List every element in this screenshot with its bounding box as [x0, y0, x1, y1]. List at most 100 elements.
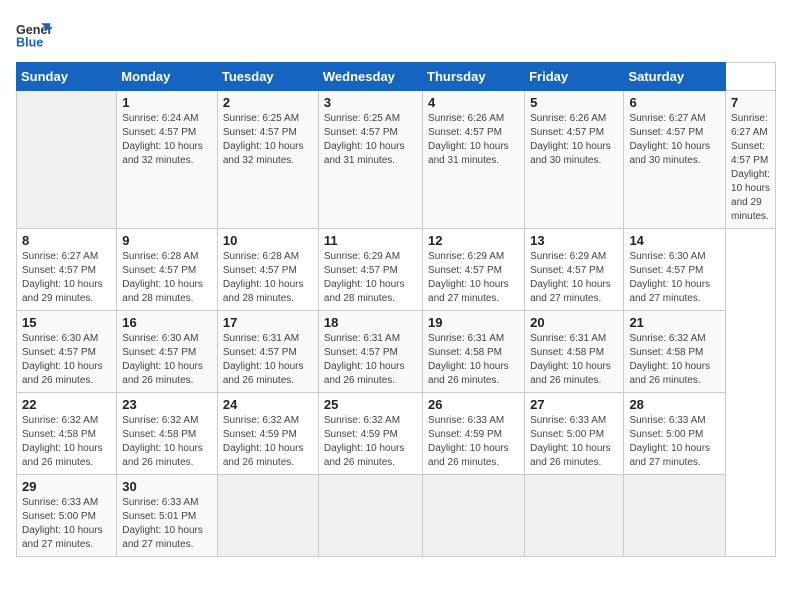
day-info: Sunrise: 6:31 AMSunset: 4:57 PMDaylight:…: [223, 332, 313, 388]
day-info: Sunrise: 6:25 AMSunset: 4:57 PMDaylight:…: [223, 112, 313, 168]
day-info: Sunrise: 6:32 AMSunset: 4:58 PMDaylight:…: [22, 414, 111, 470]
day-number: 9: [122, 233, 212, 248]
week-row-4: 22 Sunrise: 6:32 AMSunset: 4:58 PMDayligh…: [17, 393, 776, 475]
day-info: Sunrise: 6:32 AMSunset: 4:58 PMDaylight:…: [122, 414, 212, 470]
calendar-cell: 23Sunrise: 6:32 AMSunset: 4:58 PMDayligh…: [117, 393, 218, 475]
day-number: 5: [530, 95, 618, 110]
calendar-cell: 1 Sunrise: 6:24 AMSunset: 4:57 PMDaylight…: [117, 91, 218, 229]
calendar-cell: 2 Sunrise: 6:25 AMSunset: 4:57 PMDaylight…: [217, 91, 318, 229]
day-number: 19: [428, 315, 519, 330]
calendar-cell: 7 Sunrise: 6:27 AMSunset: 4:57 PMDaylight…: [726, 91, 776, 229]
calendar-cell: 17 Sunrise: 6:31 AMSunset: 4:57 PMDayligh…: [217, 311, 318, 393]
day-info: Sunrise: 6:30 AMSunset: 4:57 PMDaylight:…: [629, 250, 720, 306]
day-info: Sunrise: 6:24 AMSunset: 4:57 PMDaylight:…: [122, 112, 212, 168]
day-number: 26: [428, 397, 519, 412]
calendar-table: SundayMondayTuesdayWednesdayThursdayFrid…: [16, 62, 776, 557]
day-info: Sunrise: 6:26 AMSunset: 4:57 PMDaylight:…: [428, 112, 519, 168]
calendar-cell: 14 Sunrise: 6:30 AMSunset: 4:57 PMDayligh…: [624, 229, 726, 311]
calendar-cell: 18 Sunrise: 6:31 AMSunset: 4:57 PMDayligh…: [318, 311, 422, 393]
day-number: 16: [122, 315, 212, 330]
day-number: 30: [122, 479, 212, 494]
day-info: Sunrise: 6:32 AMSunset: 4:59 PMDaylight:…: [223, 414, 313, 470]
calendar-cell: 29 Sunrise: 6:33 AMSunset: 5:00 PMDayligh…: [17, 475, 117, 557]
week-row-2: 8 Sunrise: 6:27 AMSunset: 4:57 PMDaylight…: [17, 229, 776, 311]
day-number: 22: [22, 397, 111, 412]
day-info: Sunrise: 6:29 AMSunset: 4:57 PMDaylight:…: [530, 250, 618, 306]
day-number: 8: [22, 233, 111, 248]
calendar-cell: 8 Sunrise: 6:27 AMSunset: 4:57 PMDaylight…: [17, 229, 117, 311]
calendar-cell: 10 Sunrise: 6:28 AMSunset: 4:57 PMDayligh…: [217, 229, 318, 311]
day-info: Sunrise: 6:26 AMSunset: 4:57 PMDaylight:…: [530, 112, 618, 168]
day-info: Sunrise: 6:31 AMSunset: 4:58 PMDaylight:…: [530, 332, 618, 388]
day-number: 17: [223, 315, 313, 330]
day-number: 11: [324, 233, 417, 248]
day-number: 29: [22, 479, 111, 494]
header: General Blue: [16, 16, 776, 52]
day-info: Sunrise: 6:33 AMSunset: 5:00 PMDaylight:…: [530, 414, 618, 470]
weekday-header-row: SundayMondayTuesdayWednesdayThursdayFrid…: [17, 63, 776, 91]
day-number: 13: [530, 233, 618, 248]
calendar-cell: 13 Sunrise: 6:29 AMSunset: 4:57 PMDayligh…: [525, 229, 624, 311]
weekday-header-monday: Monday: [117, 63, 218, 91]
weekday-header-friday: Friday: [525, 63, 624, 91]
day-number: 7: [731, 95, 770, 110]
week-row-1: 1 Sunrise: 6:24 AMSunset: 4:57 PMDaylight…: [17, 91, 776, 229]
calendar-cell: 6Sunrise: 6:27 AMSunset: 4:57 PMDaylight…: [624, 91, 726, 229]
calendar-cell: 20Sunrise: 6:31 AMSunset: 4:58 PMDayligh…: [525, 311, 624, 393]
day-info: Sunrise: 6:33 AMSunset: 5:00 PMDaylight:…: [629, 414, 720, 470]
day-number: 18: [324, 315, 417, 330]
weekday-header-tuesday: Tuesday: [217, 63, 318, 91]
calendar-cell: 30 Sunrise: 6:33 AMSunset: 5:01 PMDayligh…: [117, 475, 218, 557]
week-row-3: 15 Sunrise: 6:30 AMSunset: 4:57 PMDayligh…: [17, 311, 776, 393]
svg-text:Blue: Blue: [16, 36, 43, 50]
day-info: Sunrise: 6:33 AMSunset: 5:00 PMDaylight:…: [22, 496, 111, 552]
day-number: 3: [324, 95, 417, 110]
day-number: 21: [629, 315, 720, 330]
day-info: Sunrise: 6:31 AMSunset: 4:57 PMDaylight:…: [324, 332, 417, 388]
day-info: Sunrise: 6:28 AMSunset: 4:57 PMDaylight:…: [223, 250, 313, 306]
day-info: Sunrise: 6:28 AMSunset: 4:57 PMDaylight:…: [122, 250, 212, 306]
calendar-cell: 5 Sunrise: 6:26 AMSunset: 4:57 PMDaylight…: [525, 91, 624, 229]
weekday-header-saturday: Saturday: [624, 63, 726, 91]
day-info: Sunrise: 6:33 AMSunset: 5:01 PMDaylight:…: [122, 496, 212, 552]
calendar-cell: 21Sunrise: 6:32 AMSunset: 4:58 PMDayligh…: [624, 311, 726, 393]
week-row-5: 29 Sunrise: 6:33 AMSunset: 5:00 PMDayligh…: [17, 475, 776, 557]
logo: General Blue: [16, 16, 52, 52]
day-info: Sunrise: 6:27 AMSunset: 4:57 PMDaylight:…: [22, 250, 111, 306]
day-info: Sunrise: 6:33 AMSunset: 4:59 PMDaylight:…: [428, 414, 519, 470]
calendar-cell: 12 Sunrise: 6:29 AMSunset: 4:57 PMDayligh…: [423, 229, 525, 311]
day-number: 25: [324, 397, 417, 412]
day-number: 15: [22, 315, 111, 330]
day-number: 24: [223, 397, 313, 412]
calendar-cell: 15 Sunrise: 6:30 AMSunset: 4:57 PMDayligh…: [17, 311, 117, 393]
calendar-cell: 22 Sunrise: 6:32 AMSunset: 4:58 PMDayligh…: [17, 393, 117, 475]
calendar-cell: 24 Sunrise: 6:32 AMSunset: 4:59 PMDayligh…: [217, 393, 318, 475]
day-info: Sunrise: 6:27 AMSunset: 4:57 PMDaylight:…: [731, 112, 770, 224]
calendar-cell: [318, 475, 422, 557]
day-number: 10: [223, 233, 313, 248]
day-number: 2: [223, 95, 313, 110]
calendar-cell: [624, 475, 726, 557]
weekday-header-wednesday: Wednesday: [318, 63, 422, 91]
calendar-cell: 4 Sunrise: 6:26 AMSunset: 4:57 PMDaylight…: [423, 91, 525, 229]
day-number: 1: [122, 95, 212, 110]
day-info: Sunrise: 6:30 AMSunset: 4:57 PMDaylight:…: [122, 332, 212, 388]
day-info: Sunrise: 6:32 AMSunset: 4:59 PMDaylight:…: [324, 414, 417, 470]
calendar-cell: 25 Sunrise: 6:32 AMSunset: 4:59 PMDayligh…: [318, 393, 422, 475]
calendar-cell: 19Sunrise: 6:31 AMSunset: 4:58 PMDayligh…: [423, 311, 525, 393]
day-info: Sunrise: 6:27 AMSunset: 4:57 PMDaylight:…: [629, 112, 720, 168]
calendar-cell: [423, 475, 525, 557]
day-number: 12: [428, 233, 519, 248]
day-number: 28: [629, 397, 720, 412]
calendar-cell: 28 Sunrise: 6:33 AMSunset: 5:00 PMDayligh…: [624, 393, 726, 475]
day-info: Sunrise: 6:29 AMSunset: 4:57 PMDaylight:…: [428, 250, 519, 306]
day-info: Sunrise: 6:25 AMSunset: 4:57 PMDaylight:…: [324, 112, 417, 168]
day-number: 14: [629, 233, 720, 248]
day-info: Sunrise: 6:30 AMSunset: 4:57 PMDaylight:…: [22, 332, 111, 388]
calendar-cell: 27Sunrise: 6:33 AMSunset: 5:00 PMDayligh…: [525, 393, 624, 475]
day-number: 4: [428, 95, 519, 110]
calendar-cell: [217, 475, 318, 557]
calendar-cell: 16 Sunrise: 6:30 AMSunset: 4:57 PMDayligh…: [117, 311, 218, 393]
logo-icon: General Blue: [16, 16, 52, 52]
calendar-cell: 11Sunrise: 6:29 AMSunset: 4:57 PMDayligh…: [318, 229, 422, 311]
